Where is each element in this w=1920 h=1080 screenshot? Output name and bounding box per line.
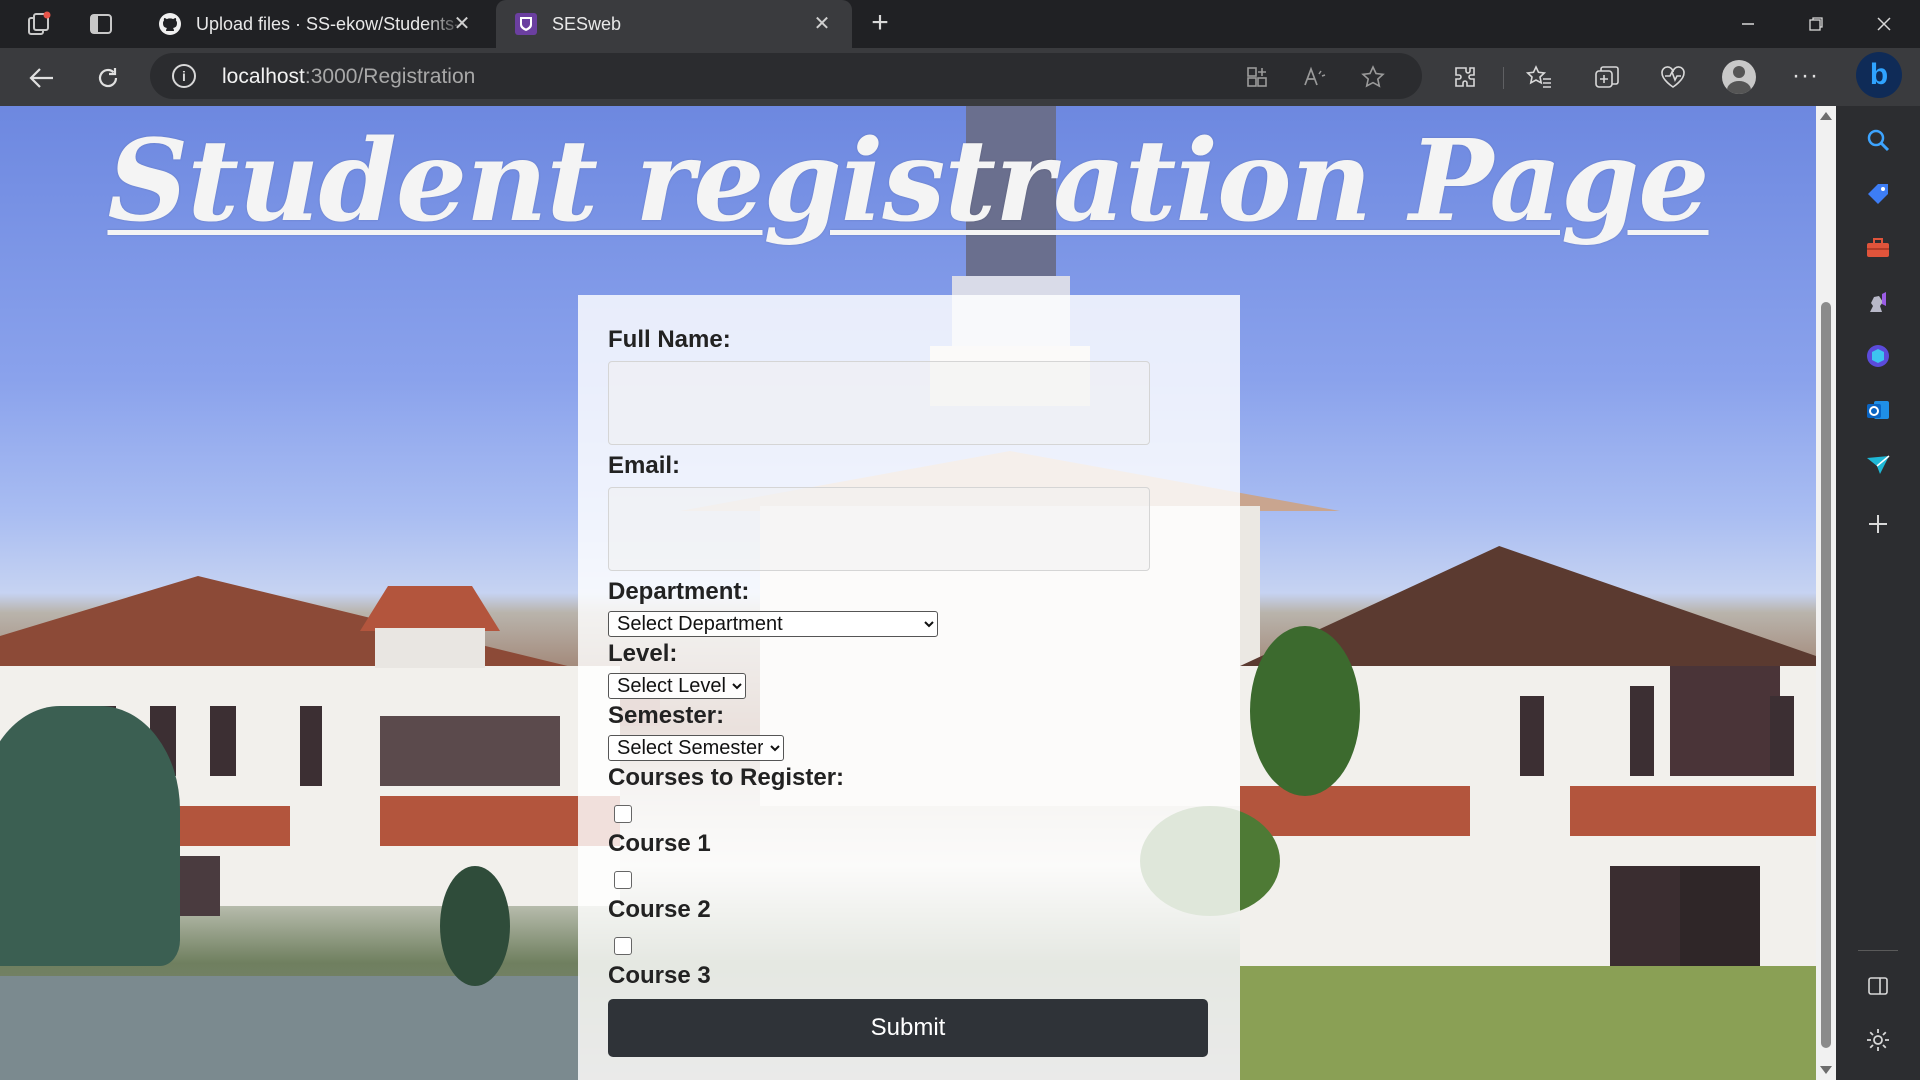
level-select[interactable]: Select Level <box>608 673 746 699</box>
scroll-up-arrow-icon[interactable] <box>1820 112 1832 120</box>
email-label: Email: <box>608 452 681 479</box>
submit-button[interactable]: Submit <box>608 999 1208 1057</box>
courses-label: Courses to Register: <box>608 764 845 791</box>
back-icon[interactable] <box>22 58 62 98</box>
page-title: Student registration Page <box>107 116 1709 247</box>
games-icon[interactable] <box>1860 284 1896 320</box>
minimize-icon[interactable] <box>1714 0 1782 48</box>
course-2-checkbox[interactable] <box>614 871 632 889</box>
address-bar[interactable]: i localhost:3000/Registration <box>150 53 1422 99</box>
site-icon <box>514 12 538 36</box>
browser-essentials-icon[interactable] <box>1656 60 1690 94</box>
settings-gear-icon[interactable] <box>1860 1022 1896 1058</box>
drop-send-icon[interactable] <box>1860 446 1896 482</box>
scroll-down-arrow-icon[interactable] <box>1820 1066 1832 1074</box>
favorites-icon[interactable] <box>1522 60 1556 94</box>
course-3-checkbox[interactable] <box>614 937 632 955</box>
refresh-icon[interactable] <box>88 58 128 98</box>
full-name-label: Full Name: <box>608 326 731 353</box>
sidebar-divider <box>1858 950 1898 951</box>
outlook-icon[interactable] <box>1860 392 1896 428</box>
url-text[interactable]: localhost:3000/Registration <box>222 65 475 89</box>
tools-icon[interactable] <box>1860 230 1896 266</box>
course-2-label: Course 2 <box>608 896 711 923</box>
semester-select[interactable]: Select Semester <box>608 735 784 761</box>
full-name-input[interactable] <box>608 361 1150 445</box>
browser-toolbar: i localhost:3000/Registration ··· <box>0 48 1920 106</box>
github-icon <box>158 12 182 36</box>
copilot-icon[interactable] <box>1860 338 1896 374</box>
close-tab-icon[interactable]: ✕ <box>810 12 834 36</box>
vertical-tabs-icon[interactable] <box>84 8 118 40</box>
app-available-icon[interactable] <box>1242 63 1272 91</box>
new-tab-button[interactable]: + <box>862 8 898 38</box>
restore-icon[interactable] <box>1782 0 1850 48</box>
department-label: Department: <box>608 578 750 605</box>
level-label: Level: <box>608 640 678 667</box>
toolbar-separator <box>1503 67 1504 89</box>
tab-title: Upload files · SS-ekow/Students- <box>196 13 461 34</box>
semester-label: Semester: <box>608 702 725 729</box>
course-1-checkbox[interactable] <box>614 805 632 823</box>
add-icon[interactable] <box>1860 506 1896 542</box>
department-select[interactable]: Select Department <box>608 611 938 637</box>
edge-sidebar <box>1836 106 1920 1080</box>
hide-sidebar-icon[interactable] <box>1860 968 1896 1004</box>
page-scrollbar[interactable] <box>1816 106 1836 1080</box>
read-aloud-icon[interactable] <box>1300 63 1330 91</box>
profile-avatar[interactable] <box>1722 60 1756 94</box>
course-1-label: Course 1 <box>608 830 711 857</box>
collections-icon[interactable] <box>1590 60 1624 94</box>
tab-sesweb[interactable]: SESweb ✕ <box>496 0 852 48</box>
shopping-tag-icon[interactable] <box>1860 176 1896 212</box>
bing-copilot-icon[interactable]: b <box>1856 52 1902 98</box>
close-tab-icon[interactable]: ✕ <box>450 12 474 36</box>
workspaces-icon[interactable] <box>22 8 56 40</box>
tab-github-upload[interactable]: Upload files · SS-ekow/Students- ✕ <box>140 0 492 48</box>
tab-title: SESweb <box>552 13 622 34</box>
extensions-icon[interactable] <box>1448 60 1482 94</box>
site-info-icon[interactable]: i <box>172 64 196 88</box>
scrollbar-thumb[interactable] <box>1821 302 1831 1048</box>
favorite-star-icon[interactable] <box>1358 63 1388 91</box>
email-input[interactable] <box>608 487 1150 571</box>
page-viewport: Student registration Page Full Name: Ema… <box>0 106 1816 1080</box>
more-menu-icon[interactable]: ··· <box>1792 62 1819 90</box>
search-icon[interactable] <box>1860 122 1896 158</box>
course-3-label: Course 3 <box>608 962 711 989</box>
tab-bar: Upload files · SS-ekow/Students- ✕ SESwe… <box>0 0 1920 48</box>
close-window-icon[interactable] <box>1850 0 1918 48</box>
registration-form: Full Name: Email: Department: Select Dep… <box>578 295 1240 1080</box>
